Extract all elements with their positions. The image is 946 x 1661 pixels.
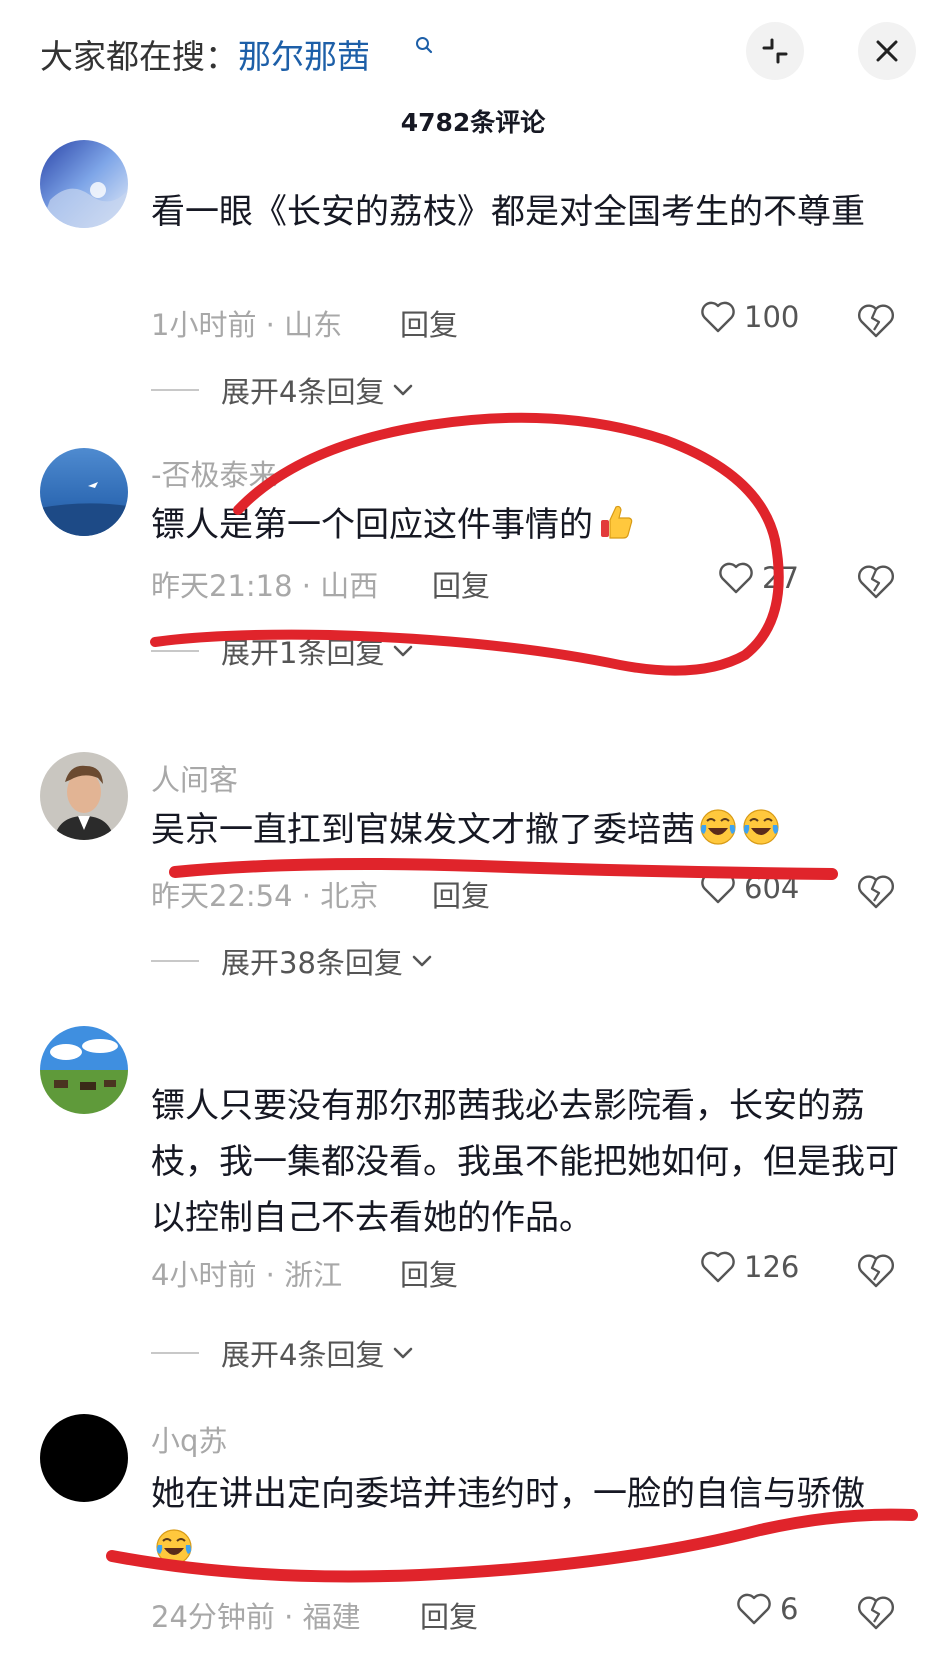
broken-heart-icon[interactable] (856, 563, 896, 601)
comment-location: 浙江 (284, 1258, 343, 1292)
reply-button[interactable]: 回复 (432, 563, 490, 605)
comment-meta: 24分钟前 · 福建 (151, 1600, 361, 1634)
hot-search-banner[interactable]: 大家都在搜：那尔那茜 (40, 30, 370, 78)
laughing-crying-emoji (700, 809, 736, 845)
chevron-down-icon (394, 645, 413, 657)
comment-text: 吴京一直扛到官媒发文才撤了委培茜 (151, 802, 901, 858)
comment-time: 4小时前 (151, 1258, 257, 1292)
broken-heart-icon[interactable] (856, 873, 896, 911)
like-count: 6 (780, 1592, 799, 1626)
expand-label: 展开4条回复 (221, 1338, 385, 1372)
comment-time: 昨天21:18 (151, 569, 293, 603)
top-bar: 大家都在搜：那尔那茜 (0, 0, 946, 110)
laughing-crying-emoji (156, 1529, 192, 1565)
comment-location: 北京 (320, 879, 379, 913)
reply-button[interactable]: 回复 (400, 302, 458, 344)
divider (151, 960, 199, 962)
expand-replies[interactable]: 展开4条回复 (151, 369, 414, 411)
comment-location: 山西 (320, 569, 379, 603)
comment-meta: 昨天22:54 · 北京 (151, 879, 379, 913)
comment-location: 山东 (284, 308, 343, 342)
comment-time: 昨天22:54 (151, 879, 293, 913)
comment-text: 看一眼《长安的荔枝》都是对全国考生的不尊重 (151, 192, 865, 232)
like-button[interactable]: 126 (700, 1250, 799, 1284)
comment-username[interactable]: 人间客 (151, 757, 238, 799)
comment-meta: 4小时前 · 浙江 (151, 1258, 343, 1292)
broken-heart-icon[interactable] (856, 302, 896, 340)
collapse-icon (762, 38, 788, 64)
heart-outline-icon (737, 1593, 771, 1625)
comment-time: 1小时前 (151, 308, 257, 342)
divider (151, 650, 199, 652)
expand-replies[interactable]: 展开4条回复 (151, 1332, 414, 1374)
like-button[interactable]: 604 (700, 871, 799, 905)
comment-count-title: 4782条评论 (400, 108, 546, 137)
heart-outline-icon (701, 301, 735, 333)
comment-username[interactable]: 小q苏 (151, 1418, 227, 1460)
comment-time: 24分钟前 (151, 1600, 275, 1634)
like-count: 100 (744, 300, 800, 334)
comment-location: 福建 (302, 1600, 361, 1634)
broken-heart-icon[interactable] (856, 1594, 896, 1632)
search-icon[interactable] (415, 36, 433, 54)
comment-username[interactable]: -否极泰来- (151, 452, 288, 494)
divider (151, 389, 199, 391)
chevron-down-icon (412, 955, 432, 967)
like-button[interactable]: 6 (736, 1592, 798, 1626)
chevron-down-icon (394, 384, 413, 396)
reply-button[interactable]: 回复 (420, 1594, 478, 1636)
comment-text: 她在讲出定向委培并违约时，一脸的自信与骄傲 (151, 1466, 901, 1578)
chevron-down-icon (394, 1347, 413, 1359)
like-count: 27 (762, 561, 799, 595)
comment-text-content: 她在讲出定向委培并违约时，一脸的自信与骄傲 (151, 1474, 865, 1514)
comment-text: 镖人只要没有那尔那茜我必去影院看，长安的荔枝，我一集都没看。我虽不能把她如何，但… (151, 1086, 899, 1238)
avatar[interactable] (40, 1414, 128, 1502)
comment-meta: 昨天21:18 · 山西 (151, 569, 379, 603)
expand-replies[interactable]: 展开38条回复 (151, 940, 433, 982)
expand-label: 展开1条回复 (221, 636, 385, 670)
close-icon (876, 40, 898, 62)
expand-replies[interactable]: 展开1条回复 (151, 630, 414, 672)
comment-meta: 1小时前 · 山东 (151, 308, 343, 342)
like-button[interactable]: 100 (700, 300, 799, 334)
like-count: 604 (744, 871, 800, 905)
close-button[interactable] (858, 22, 916, 80)
expand-label: 展开4条回复 (221, 375, 385, 409)
comment-text-content: 镖人是第一个回应这件事情的 (151, 505, 593, 545)
comment-text-content: 吴京一直扛到官媒发文才撤了委培茜 (151, 810, 695, 850)
like-count: 126 (744, 1250, 800, 1284)
heart-outline-icon (719, 562, 753, 594)
avatar[interactable] (40, 1026, 128, 1114)
heart-outline-icon (701, 872, 735, 904)
broken-heart-icon[interactable] (856, 1252, 896, 1290)
avatar[interactable] (40, 752, 128, 840)
hot-search-term[interactable]: 那尔那茜 (238, 37, 370, 76)
reply-button[interactable]: 回复 (432, 873, 490, 915)
collapse-button[interactable] (746, 22, 804, 80)
laughing-crying-emoji (743, 809, 779, 845)
avatar[interactable] (40, 140, 128, 228)
thumbs-up-emoji (601, 505, 633, 539)
reply-button[interactable]: 回复 (400, 1252, 458, 1294)
like-button[interactable]: 27 (718, 561, 799, 595)
expand-label: 展开38条回复 (221, 946, 403, 980)
avatar[interactable] (40, 448, 128, 536)
divider (151, 1352, 199, 1354)
comment-text: 镖人是第一个回应这件事情的 (151, 497, 901, 553)
hot-search-prefix: 大家都在搜： (40, 37, 238, 76)
heart-outline-icon (701, 1251, 735, 1283)
